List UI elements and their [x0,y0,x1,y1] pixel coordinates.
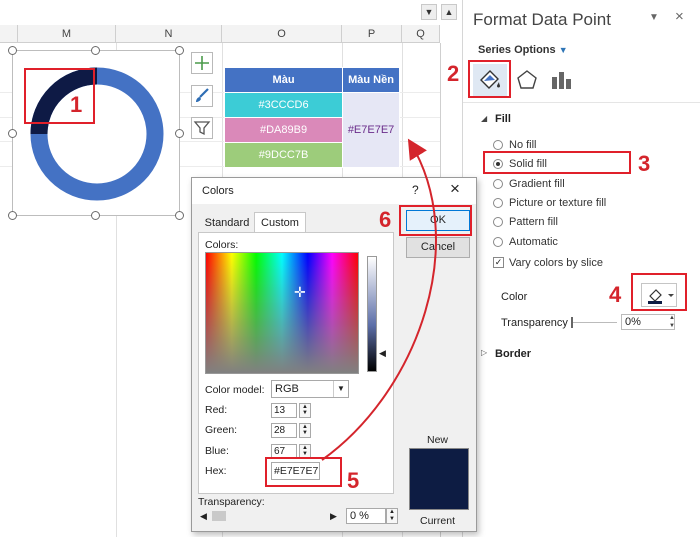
curved-arrow-icon [321,138,437,461]
annotation-arrow [321,138,437,461]
